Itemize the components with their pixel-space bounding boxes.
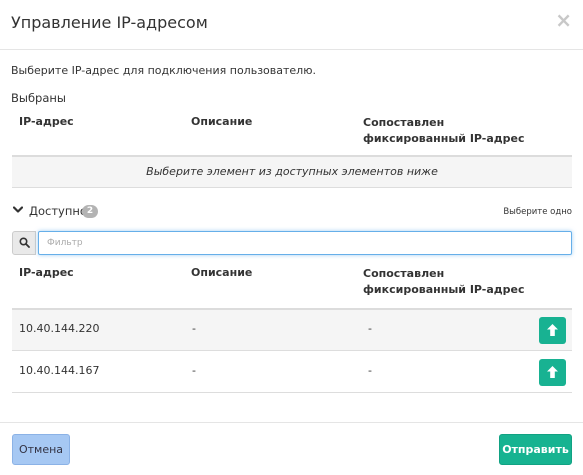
search-icon bbox=[19, 237, 30, 248]
selected-section-title: Выбраны bbox=[11, 91, 67, 105]
cell-description: - bbox=[192, 364, 196, 377]
available-table-header: IP-адрес Описание Сопоставлен фиксирован… bbox=[12, 266, 572, 310]
close-icon[interactable]: × bbox=[555, 10, 572, 30]
filter-input[interactable] bbox=[38, 231, 572, 255]
table-row: 10.40.144.220 - - bbox=[12, 310, 572, 351]
column-header-fixed-ip: Сопоставлен фиксированный IP-адрес bbox=[363, 116, 525, 145]
column-header-ip: IP-адрес bbox=[19, 266, 74, 279]
available-count-badge: 2 bbox=[82, 205, 98, 218]
allocate-button[interactable] bbox=[539, 317, 566, 344]
search-button[interactable] bbox=[12, 231, 36, 255]
column-header-description: Описание bbox=[191, 266, 253, 279]
column-header-ip: IP-адрес bbox=[19, 115, 74, 128]
cell-fixed-ip: - bbox=[368, 364, 372, 377]
table-row: 10.40.144.167 - - bbox=[12, 352, 572, 393]
column-header-fixed-ip: Сопоставлен фиксированный IP-адрес bbox=[363, 267, 525, 296]
chevron-down-icon[interactable] bbox=[13, 206, 23, 214]
cell-description: - bbox=[192, 322, 196, 335]
available-section-title[interactable]: Доступно bbox=[29, 204, 87, 218]
submit-button[interactable]: Отправить bbox=[499, 434, 572, 465]
cell-ip: 10.40.144.167 bbox=[19, 364, 100, 377]
selected-table-header: IP-адрес Описание Сопоставлен фиксирован… bbox=[12, 115, 572, 157]
dialog-footer: Отмена Отправить bbox=[0, 422, 583, 475]
cell-fixed-ip: - bbox=[368, 322, 372, 335]
intro-text: Выберите IP-адрес для подключения пользо… bbox=[11, 64, 316, 77]
cancel-button[interactable]: Отмена bbox=[12, 434, 70, 465]
arrow-up-icon bbox=[547, 366, 558, 378]
filter-group bbox=[12, 231, 572, 255]
dialog-header: Управление IP-адресом × bbox=[0, 0, 583, 50]
dialog-title: Управление IP-адресом bbox=[11, 13, 208, 32]
select-one-hint: Выберите одно bbox=[503, 207, 572, 217]
arrow-up-icon bbox=[547, 324, 558, 336]
cell-ip: 10.40.144.220 bbox=[19, 322, 100, 335]
manage-ip-dialog: Управление IP-адресом × Выберите IP-адре… bbox=[0, 0, 583, 475]
allocate-button[interactable] bbox=[539, 359, 566, 386]
column-header-description: Описание bbox=[191, 115, 253, 128]
available-section-header[interactable]: Доступно 2 Выберите одно bbox=[12, 204, 572, 220]
selected-empty-message: Выберите элемент из доступных элементов … bbox=[12, 157, 572, 188]
